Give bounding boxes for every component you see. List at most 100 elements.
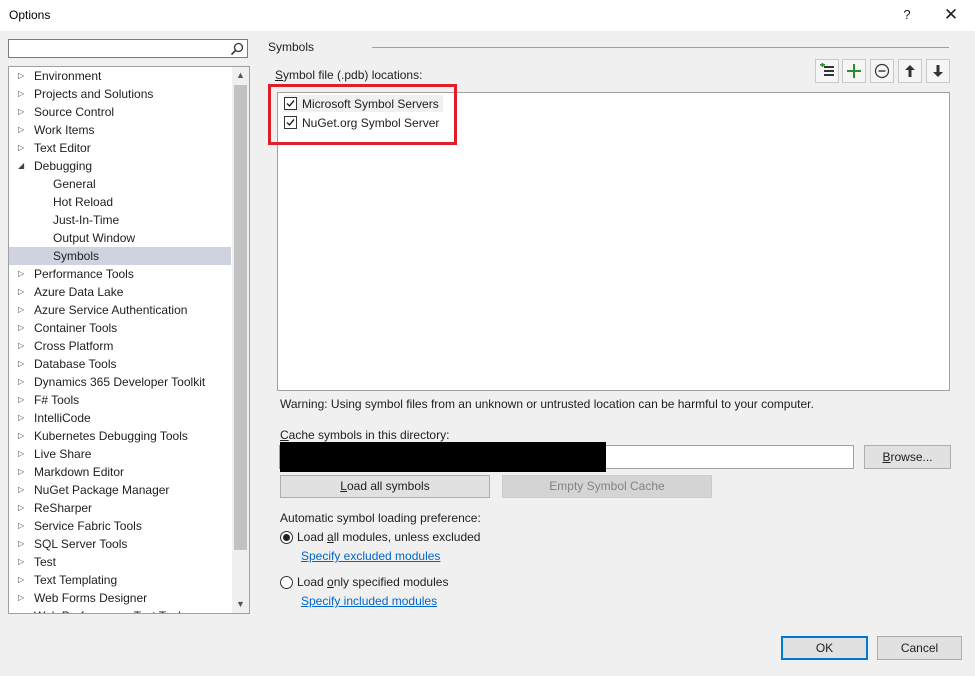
radio-label: Load only specified modules [297,575,449,589]
collapsed-arrow-icon[interactable]: ▷ [18,427,28,445]
tree-list: ▷ Environment ▷ Projects and Solutions ▷ Sour… [9,67,231,613]
tree-item[interactable]: ▷ IntelliCode [9,409,231,427]
move-up-button[interactable] [898,59,922,83]
collapsed-arrow-icon[interactable]: ▷ [18,517,28,535]
collapsed-arrow-icon[interactable]: ▷ [18,103,28,121]
tree-item-label: Live Share [34,447,92,461]
collapsed-arrow-icon[interactable]: ▷ [18,319,28,337]
options-tree[interactable]: ▷ Environment ▷ Projects and Solutions ▷ Sour… [8,66,250,614]
ok-button[interactable]: OK [781,636,868,660]
collapsed-arrow-icon[interactable]: ▷ [18,283,28,301]
scroll-thumb[interactable] [234,85,247,550]
cancel-button[interactable]: Cancel [877,636,962,660]
remove-location-button[interactable] [870,59,894,83]
tree-item-label: F# Tools [34,393,80,407]
tree-scrollbar[interactable]: ▲ ▼ [232,67,249,613]
tree-item[interactable]: ▷ NuGet Package Manager [9,481,231,499]
scroll-up-arrow-icon[interactable]: ▲ [232,67,249,84]
tree-item[interactable]: ▷ Web Performance Test Tools [9,607,231,613]
tree-item[interactable]: ▷ Cross Platform [9,337,231,355]
tree-item[interactable]: ▷ Source Control [9,103,231,121]
load-from-list-button[interactable] [815,59,839,83]
collapsed-arrow-icon[interactable]: ▷ [18,481,28,499]
collapsed-arrow-icon[interactable]: ▷ [18,409,28,427]
cache-directory-input[interactable] [279,442,854,472]
collapsed-arrow-icon[interactable]: ▷ [18,607,28,613]
tree-item-label: Environment [34,69,102,83]
tree-item[interactable]: Output Window [9,229,231,247]
radio-button[interactable] [280,530,293,544]
tree-item[interactable]: ▷ Web Forms Designer [9,589,231,607]
tree-item[interactable]: General [9,175,231,193]
tree-item-label: Just-In-Time [53,213,120,227]
collapsed-arrow-icon[interactable]: ▷ [18,571,28,589]
specify-included-modules-link[interactable]: Specify included modules [301,594,437,608]
help-button[interactable]: ? [896,4,918,26]
tree-item[interactable]: ▷ Text Editor [9,139,231,157]
scroll-down-arrow-icon[interactable]: ▼ [232,596,249,613]
collapsed-arrow-icon[interactable]: ▷ [18,445,28,463]
empty-symbol-cache-button[interactable]: Empty Symbol Cache [502,475,712,498]
tree-item[interactable]: Just-In-Time [9,211,231,229]
tree-item[interactable]: ▷ F# Tools [9,391,231,409]
collapsed-arrow-icon[interactable]: ▷ [18,121,28,139]
options-search-input[interactable] [8,39,248,58]
radio-load-specified-modules[interactable]: Load only specified modules [280,574,448,590]
collapsed-arrow-icon[interactable]: ▷ [18,85,28,103]
tree-item-label: Symbols [53,249,100,263]
tree-item[interactable]: ▷ Database Tools [9,355,231,373]
move-down-button[interactable] [926,59,950,83]
tree-item[interactable]: ▷ Work Items [9,121,231,139]
tree-item[interactable]: ▷ SQL Server Tools [9,535,231,553]
tree-item-label: Source Control [34,105,115,119]
close-button[interactable]: ✕ [938,4,964,26]
collapsed-arrow-icon[interactable]: ▷ [18,373,28,391]
collapsed-arrow-icon[interactable]: ▷ [18,337,28,355]
tree-item[interactable]: ▷ Service Fabric Tools [9,517,231,535]
collapsed-arrow-icon[interactable]: ▷ [18,139,28,157]
tree-item[interactable]: ◢ Debugging [9,157,231,175]
collapsed-arrow-icon[interactable]: ▷ [18,499,28,517]
tree-item[interactable]: ▷ Azure Service Authentication [9,301,231,319]
tree-item-label: Database Tools [34,357,117,371]
tree-item[interactable]: ▷ Projects and Solutions [9,85,231,103]
tree-item[interactable]: ▷ Environment [9,67,231,85]
tree-item-label: Dynamics 365 Developer Toolkit [34,375,206,389]
tree-item-label: Service Fabric Tools [34,519,142,533]
tree-item-label: Performance Tools [34,267,134,281]
radio-selected-dot [283,533,290,541]
tree-item[interactable]: ▷ Dynamics 365 Developer Toolkit [9,373,231,391]
collapsed-arrow-icon[interactable]: ▷ [18,67,28,85]
radio-button[interactable] [280,575,293,589]
collapsed-arrow-icon[interactable]: ▷ [18,355,28,373]
collapsed-arrow-icon[interactable]: ▷ [18,301,28,319]
specify-excluded-modules-link[interactable]: Specify excluded modules [301,549,440,563]
load-all-symbols-button[interactable]: Load all symbols [280,475,490,498]
collapsed-arrow-icon[interactable]: ▷ [18,463,28,481]
tree-item[interactable]: ▷ Text Templating [9,571,231,589]
tree-item[interactable]: Hot Reload [9,193,231,211]
expanded-arrow-icon[interactable]: ◢ [18,157,28,175]
collapsed-arrow-icon[interactable]: ▷ [18,265,28,283]
tree-item[interactable]: ▷ Kubernetes Debugging Tools [9,427,231,445]
collapsed-arrow-icon[interactable]: ▷ [18,589,28,607]
tree-item[interactable]: Symbols [9,247,231,265]
collapsed-arrow-icon[interactable]: ▷ [18,553,28,571]
radio-load-all-modules[interactable]: Load all modules, unless excluded [280,529,480,545]
tree-item-label: SQL Server Tools [34,537,128,551]
browse-button[interactable]: Browse... [864,445,951,469]
tree-item-label: NuGet Package Manager [34,483,170,497]
tree-item[interactable]: ▷ Markdown Editor [9,463,231,481]
tree-item[interactable]: ▷ Live Share [9,445,231,463]
collapsed-arrow-icon[interactable]: ▷ [18,391,28,409]
security-warning: Warning: Using symbol files from an unkn… [280,397,814,411]
list-add-icon [820,63,834,76]
tree-item[interactable]: ▷ Azure Data Lake [9,283,231,301]
tree-item-label: Test [34,555,57,569]
tree-item[interactable]: ▷ Performance Tools [9,265,231,283]
tree-item[interactable]: ▷ Test [9,553,231,571]
add-location-button[interactable] [842,59,866,83]
collapsed-arrow-icon[interactable]: ▷ [18,535,28,553]
tree-item[interactable]: ▷ Container Tools [9,319,231,337]
tree-item[interactable]: ▷ ReSharper [9,499,231,517]
